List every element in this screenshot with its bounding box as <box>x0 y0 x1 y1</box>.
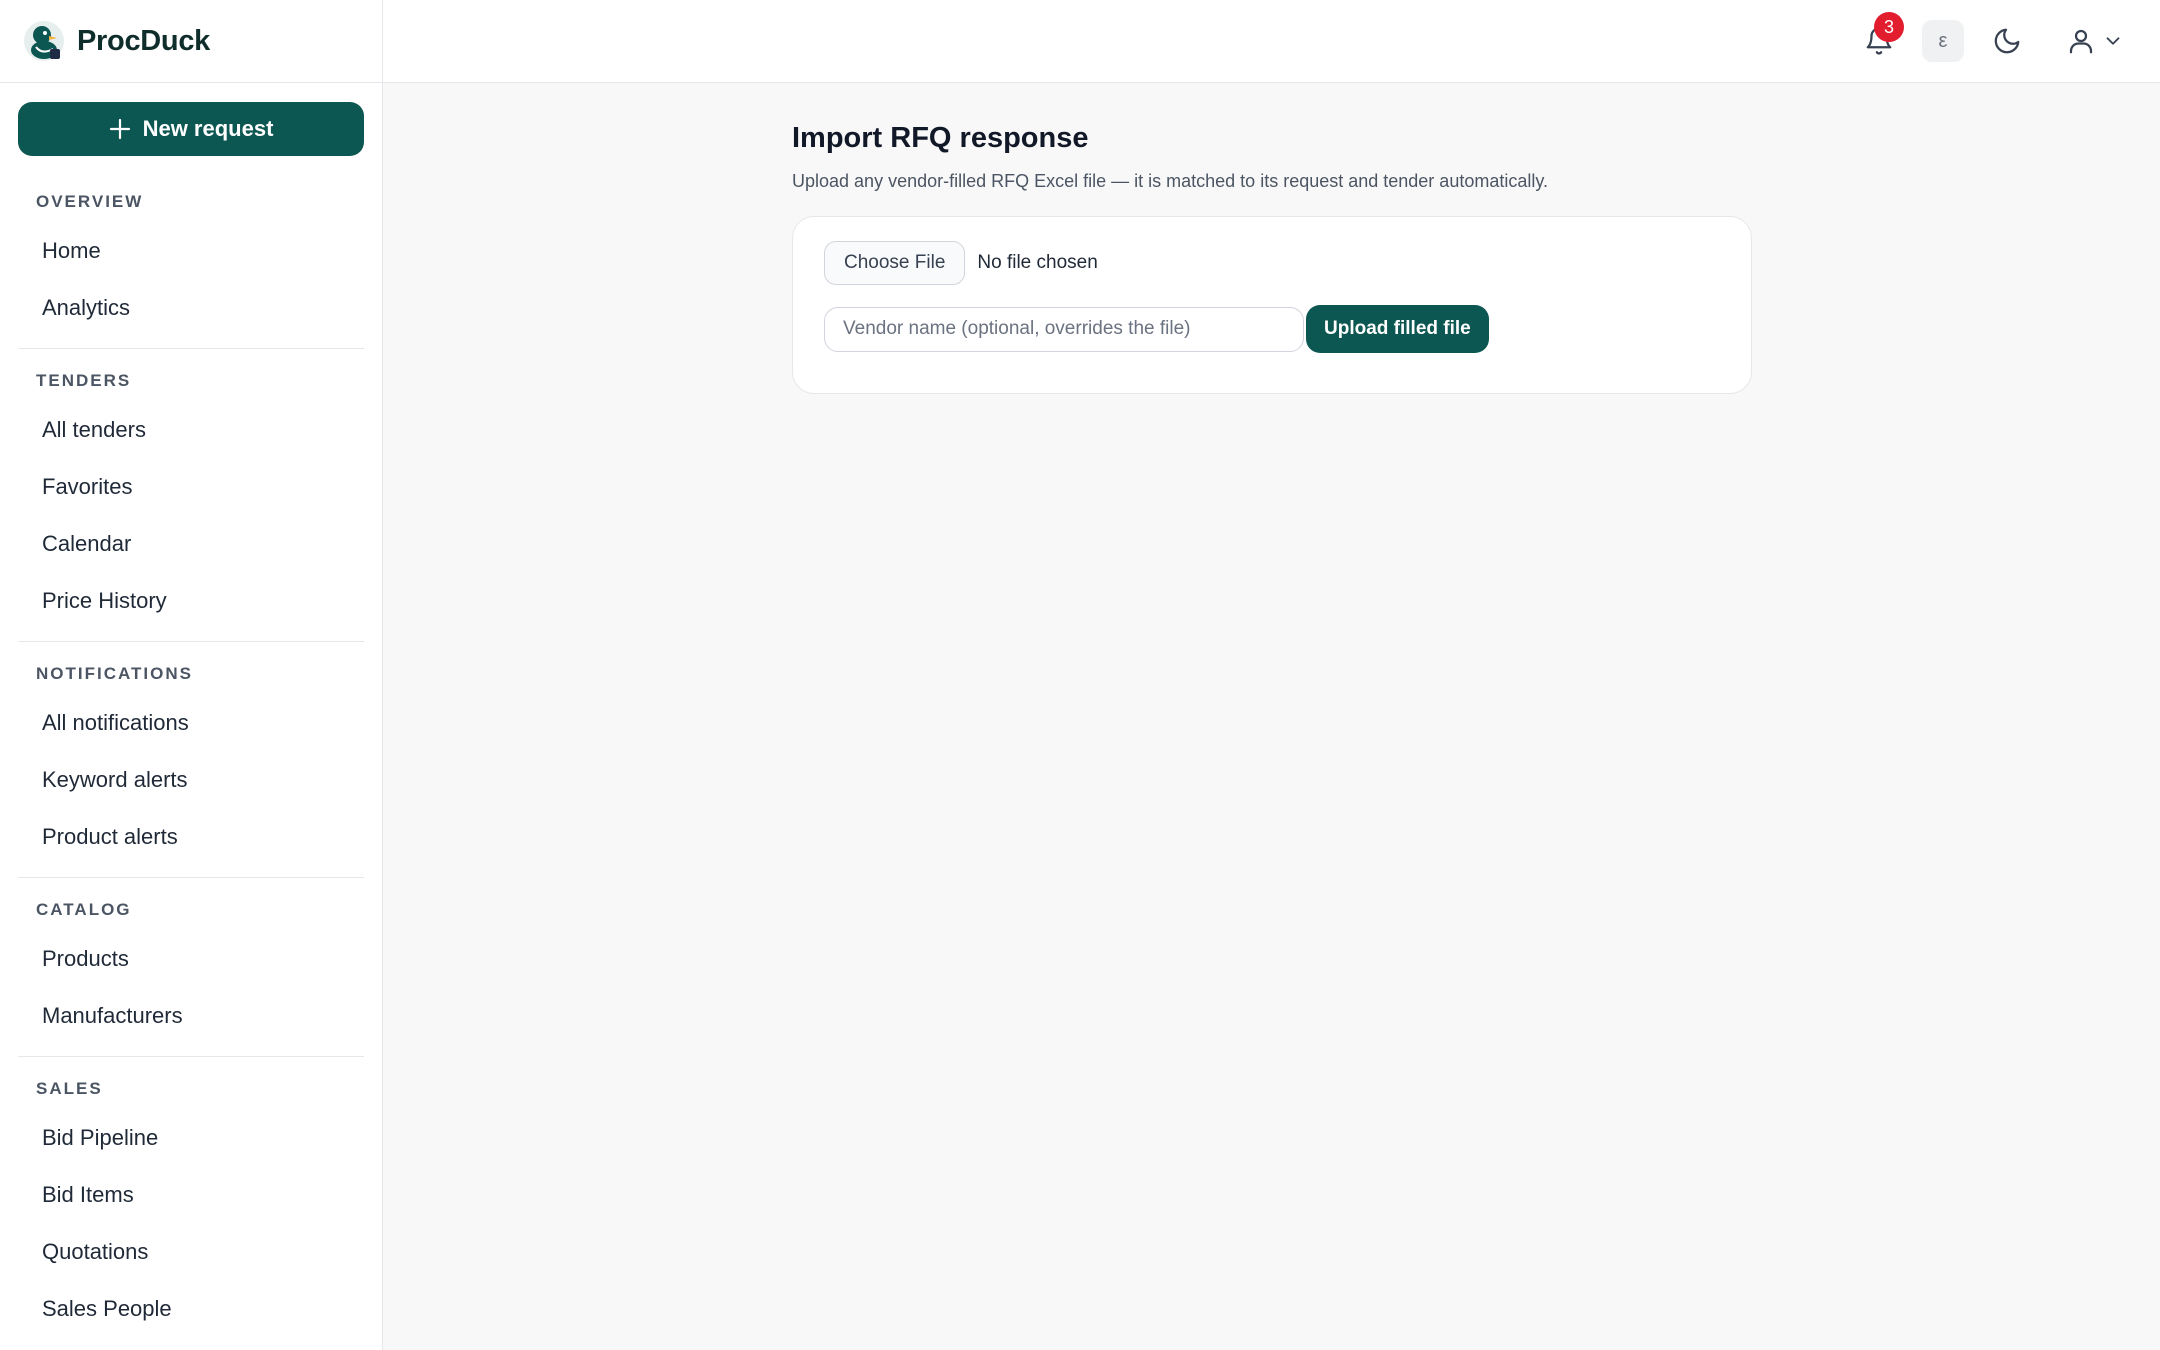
page-title: Import RFQ response <box>792 122 1089 154</box>
sidebar-item-sales-people[interactable]: Sales People <box>18 1280 364 1337</box>
sidebar-item-quotations[interactable]: Quotations <box>18 1223 364 1280</box>
nav-section-overview: OVERVIEW Home Analytics <box>18 170 364 336</box>
new-request-label: New request <box>142 116 274 141</box>
chevron-down-icon <box>2106 37 2120 45</box>
language-icon: ε <box>1938 29 1948 52</box>
sidebar-item-products[interactable]: Products <box>18 930 364 987</box>
moon-icon <box>1994 28 2020 54</box>
nav-section-tenders: TENDERS All tenders Favorites Calendar P… <box>18 348 364 629</box>
nav-section-sales: SALES Bid Pipeline Bid Items Quotations … <box>18 1056 364 1337</box>
sidebar-item-home[interactable]: Home <box>18 222 364 279</box>
nav-section-catalog: CATALOG Products Manufacturers <box>18 877 364 1044</box>
sidebar-item-all-notifications[interactable]: All notifications <box>18 694 364 751</box>
sidebar-item-product-alerts[interactable]: Product alerts <box>18 808 364 865</box>
user-menu-button[interactable] <box>2063 20 2127 62</box>
user-icon <box>2069 29 2093 54</box>
section-title: SALES <box>36 1079 103 1098</box>
sidebar: ProcDuck New request OVERVIEW Home Analy… <box>0 0 383 1350</box>
new-request-button[interactable]: New request <box>18 102 364 156</box>
page-description: Upload any vendor-filled RFQ Excel file … <box>792 171 1549 191</box>
nav-section-notifications: NOTIFICATIONS All notifications Keyword … <box>18 641 364 865</box>
sidebar-nav: OVERVIEW Home Analytics TENDERS All tend… <box>18 170 364 1337</box>
file-picker: Choose File No file chosen <box>824 241 1098 285</box>
choose-file-button[interactable]: Choose File <box>824 241 966 285</box>
app-root: ProcDuck New request OVERVIEW Home Analy… <box>0 0 2160 1350</box>
vendor-name-input[interactable] <box>824 306 1304 352</box>
section-title: TENDERS <box>36 371 132 390</box>
brand-name: ProcDuck <box>77 24 210 57</box>
file-status-text: No file chosen <box>977 252 1098 273</box>
section-title: CATALOG <box>36 900 132 919</box>
sidebar-item-manufacturers[interactable]: Manufacturers <box>18 987 364 1044</box>
sidebar-item-all-tenders[interactable]: All tenders <box>18 401 364 458</box>
sidebar-item-favorites[interactable]: Favorites <box>18 458 364 515</box>
duck-logo-icon <box>24 21 64 61</box>
brand[interactable]: ProcDuck <box>0 0 382 83</box>
upload-filled-file-button[interactable]: Upload filled file <box>1306 305 1489 353</box>
language-button[interactable]: ε <box>1922 20 1964 62</box>
notification-count-badge: 3 <box>1874 12 1904 42</box>
sidebar-item-price-history[interactable]: Price History <box>18 572 364 629</box>
sidebar-item-bid-pipeline[interactable]: Bid Pipeline <box>18 1109 364 1166</box>
main-content: Import RFQ response Upload any vendor-fi… <box>792 122 1752 394</box>
sidebar-item-keyword-alerts[interactable]: Keyword alerts <box>18 751 364 808</box>
section-title: NOTIFICATIONS <box>36 664 193 683</box>
section-title: OVERVIEW <box>36 192 144 211</box>
upload-row: Upload filled file <box>824 305 1489 353</box>
sidebar-item-calendar[interactable]: Calendar <box>18 515 364 572</box>
plus-icon <box>109 118 130 140</box>
sidebar-item-analytics[interactable]: Analytics <box>18 279 364 336</box>
topbar: 3 ε <box>383 0 2160 83</box>
theme-toggle-button[interactable] <box>1986 20 2028 62</box>
sidebar-item-bid-items[interactable]: Bid Items <box>18 1166 364 1223</box>
import-card: Choose File No file chosen Upload filled… <box>792 216 1752 394</box>
